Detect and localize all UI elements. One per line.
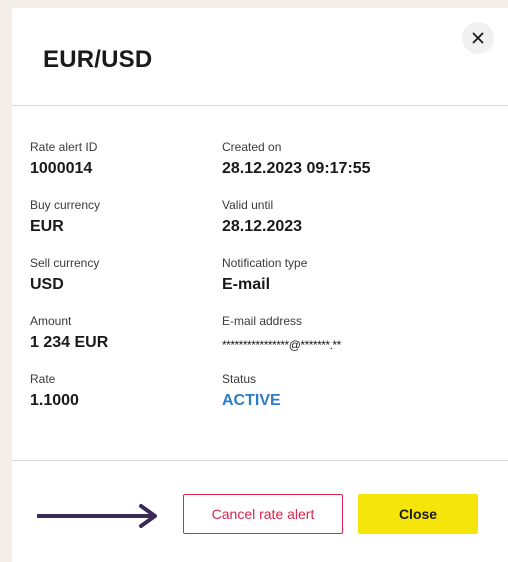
close-icon: [472, 32, 484, 44]
email-address-field: E-mail address ****************@*******.…: [222, 314, 492, 354]
amount-value: 1 234 EUR: [30, 334, 109, 351]
sell-currency-value: USD: [30, 276, 64, 293]
notification-type-value: E-mail: [222, 276, 271, 293]
status-value: ACTIVE: [222, 392, 281, 409]
modal-title: EUR/USD: [43, 46, 153, 73]
sell-currency-label: Sell currency: [30, 256, 100, 270]
amount-label: Amount: [30, 314, 72, 328]
status-field: Status ACTIVE: [222, 372, 442, 410]
rate-label: Rate: [30, 372, 56, 386]
buy-currency-field: Buy currency EUR: [30, 198, 250, 236]
modal-close-button[interactable]: [462, 22, 494, 54]
arrow-right-icon: [37, 504, 157, 528]
email-address-label: E-mail address: [222, 314, 303, 328]
rate-alert-id-field: Rate alert ID 1000014: [30, 140, 250, 178]
notification-type-field: Notification type E-mail: [222, 256, 442, 294]
created-on-field: Created on 28.12.2023 09:17:55: [222, 140, 492, 178]
created-on-label: Created on: [222, 140, 282, 154]
buy-currency-label: Buy currency: [30, 198, 101, 212]
close-button[interactable]: Close: [358, 494, 478, 534]
amount-field: Amount 1 234 EUR: [30, 314, 250, 352]
valid-until-value: 28.12.2023: [222, 218, 303, 235]
email-address-value: ****************@*******.**: [222, 338, 341, 352]
footer-divider: [12, 460, 508, 461]
rate-alert-modal: EUR/USD Rate alert ID 1000014 Buy curren…: [12, 8, 508, 562]
header-divider: [12, 105, 508, 106]
buy-currency-value: EUR: [30, 218, 64, 235]
sell-currency-field: Sell currency USD: [30, 256, 250, 294]
rate-field: Rate 1.1000: [30, 372, 250, 410]
rate-alert-id-label: Rate alert ID: [30, 140, 98, 154]
status-label: Status: [222, 372, 257, 386]
rate-value: 1.1000: [30, 392, 79, 409]
rate-alert-id-value: 1000014: [30, 160, 93, 177]
valid-until-field: Valid until 28.12.2023: [222, 198, 442, 236]
created-on-value: 28.12.2023 09:17:55: [222, 160, 371, 177]
notification-type-label: Notification type: [222, 256, 308, 270]
valid-until-label: Valid until: [222, 198, 274, 212]
cancel-rate-alert-button[interactable]: Cancel rate alert: [183, 494, 343, 534]
